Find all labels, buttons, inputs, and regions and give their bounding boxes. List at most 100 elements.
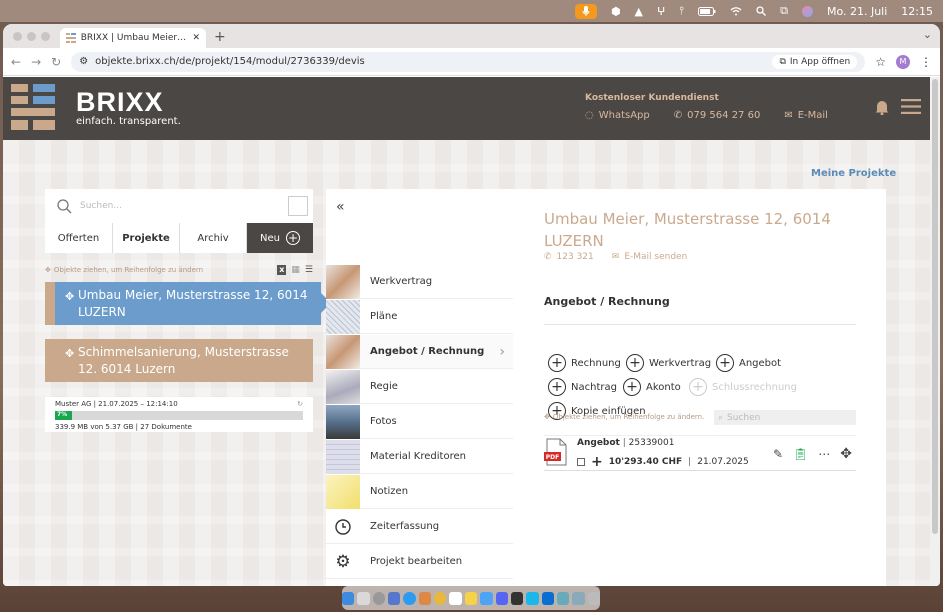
tab-close-icon[interactable]: ✕	[192, 33, 200, 43]
expand-plus-icon[interactable]: +	[591, 454, 603, 470]
scrollbar-thumb[interactable]	[932, 79, 938, 534]
back-icon[interactable]: ←	[11, 55, 21, 69]
new-tab-button[interactable]: +	[214, 29, 226, 45]
move-icon[interactable]: ✥	[65, 345, 74, 362]
music-icon[interactable]	[418, 591, 432, 605]
my-projects-link[interactable]: Meine Projekte	[811, 168, 896, 179]
chrome-icon[interactable]	[372, 591, 386, 605]
edit-pencil-icon[interactable]: ✎	[773, 447, 783, 461]
window-close-button[interactable]	[13, 32, 22, 41]
project-phone[interactable]: ✆ 123 321	[544, 252, 594, 262]
menu-item-fotos[interactable]: Fotos	[326, 404, 513, 439]
add-nachtrag-button[interactable]: + Nachtrag	[548, 378, 617, 396]
add-angebot-button[interactable]: + Angebot	[716, 354, 781, 372]
window-minimize-button[interactable]	[27, 32, 36, 41]
menu-item-regie[interactable]: Regie	[326, 369, 513, 404]
control-center-icon[interactable]: ⧉	[780, 4, 788, 18]
tab-projekte[interactable]: Projekte	[113, 223, 180, 253]
tools-icon[interactable]: ⵖ	[657, 5, 665, 18]
list-view-icon[interactable]: ☰	[305, 265, 313, 275]
browser-menu-icon[interactable]: ⋮	[920, 55, 932, 69]
collapse-sidebar-icon[interactable]: «	[336, 199, 345, 215]
microphone-icon[interactable]	[574, 3, 597, 19]
menubar-time[interactable]: 12:15	[901, 5, 933, 18]
add-akonto-button[interactable]: + Akonto	[623, 378, 681, 396]
warning-icon[interactable]: ▲	[635, 5, 643, 18]
add-rechnung-button[interactable]: + Rechnung	[548, 354, 621, 372]
move-icon[interactable]: ✥	[840, 446, 852, 462]
mail-icon[interactable]	[480, 591, 493, 605]
brixx-logo[interactable]	[11, 84, 55, 130]
document-checkbox[interactable]	[577, 458, 585, 466]
tab-list-chevron-icon[interactable]: ⌄	[923, 28, 932, 41]
launchpad-icon[interactable]	[357, 591, 370, 605]
refresh-icon[interactable]: ↻	[297, 400, 303, 408]
move-icon[interactable]: ✥	[65, 288, 74, 305]
menu-item-angebot-rechnung[interactable]: Angebot / Rechnung ›	[326, 334, 513, 369]
safari-icon[interactable]	[403, 591, 416, 605]
chrome-browser-icon[interactable]	[434, 591, 447, 605]
document-row[interactable]: PDF Angebot | 25339001 + 10'293.40 CHF | 2…	[544, 435, 856, 471]
browser-tab[interactable]: BRIXX | Umbau Meier, Musterstrasse 12, 6…	[60, 28, 206, 48]
project-item-active[interactable]: ✥ Umbau Meier, Musterstrasse 12, 6014 LU…	[45, 282, 331, 325]
document-search-placeholder[interactable]: Suchen	[727, 413, 760, 423]
email-link[interactable]: ✉ E-Mail	[784, 110, 828, 121]
menu-item-notizen[interactable]: Notizen	[326, 474, 513, 509]
send-email-link[interactable]: ✉ E-Mail senden	[612, 252, 688, 262]
window-zoom-button[interactable]	[41, 32, 50, 41]
vimeo-icon[interactable]	[526, 591, 539, 605]
search-icon[interactable]	[756, 6, 767, 16]
profile-avatar[interactable]: M	[896, 54, 910, 69]
excel-icon[interactable]: x	[277, 265, 287, 275]
menubar-date[interactable]: Mo. 21. Juli	[827, 5, 887, 18]
whatsapp-link[interactable]: ◌ WhatsApp	[585, 110, 650, 121]
site-info-icon[interactable]: ⚙	[79, 56, 88, 67]
clipboard-check-icon[interactable]: 📋︎	[793, 447, 808, 461]
phone-link[interactable]: ✆ 079 564 27 60	[674, 110, 761, 121]
new-project-button[interactable]: Neu +	[247, 223, 313, 253]
project-search[interactable]: Suchen...	[45, 189, 313, 223]
forward-icon[interactable]: →	[31, 55, 41, 69]
menu-item-werkvertrag[interactable]: Werkvertrag	[326, 264, 513, 299]
tab-offerten[interactable]: Offerten	[45, 223, 113, 253]
settings-icon[interactable]	[388, 591, 401, 605]
notes-icon[interactable]	[464, 591, 478, 605]
open-in-app-button[interactable]: ⧉ In App öffnen	[772, 54, 858, 69]
battery-icon[interactable]	[698, 6, 716, 16]
document-search-input[interactable]: ⌕ Suchen	[714, 410, 856, 425]
menu-item-material-kreditoren[interactable]: Material Kreditoren	[326, 439, 513, 474]
pdf-file-icon[interactable]: PDF	[544, 438, 568, 466]
page-scrollbar[interactable]	[930, 77, 940, 586]
menu-item-projekt-bearbeiten[interactable]: ⚙ Projekt bearbeiten	[326, 545, 513, 579]
url-text[interactable]: objekte.brixx.ch/de/projekt/154/modul/27…	[95, 56, 365, 67]
tab-archiv[interactable]: Archiv	[180, 223, 247, 253]
cloud-icon[interactable]	[541, 591, 554, 605]
wifi-icon[interactable]	[730, 6, 742, 16]
hamburger-menu-icon[interactable]	[901, 99, 921, 114]
finder-icon[interactable]	[341, 591, 355, 605]
trash-icon[interactable]	[587, 591, 601, 605]
search-icon: ⌕	[718, 412, 724, 423]
menu-item-zeiterfassung[interactable]: Zeiterfassung	[326, 510, 513, 544]
bookmark-star-icon[interactable]: ☆	[875, 55, 886, 69]
grid-view-icon[interactable]: ▦	[291, 265, 300, 275]
siri-icon[interactable]	[801, 5, 813, 17]
folder-icon[interactable]	[572, 591, 585, 605]
desktop-icon[interactable]	[556, 591, 570, 605]
send-email-text: E-Mail senden	[624, 252, 688, 262]
bell-icon[interactable]	[875, 99, 889, 115]
reload-icon[interactable]: ↻	[51, 55, 61, 69]
project-item[interactable]: ✥ Schimmelsanierung, Musterstrasse 12. 6…	[45, 339, 313, 382]
select-all-checkbox[interactable]	[288, 196, 308, 216]
address-bar[interactable]: ⚙ objekte.brixx.ch/de/projekt/154/modul/…	[71, 51, 866, 72]
calendar-icon[interactable]	[449, 591, 462, 605]
shield-icon[interactable]: ⬢	[611, 5, 621, 18]
more-options-icon[interactable]: ⋯	[818, 447, 830, 461]
add-werkvertrag-button[interactable]: + Werkvertrag	[626, 354, 711, 372]
terminal-icon[interactable]	[510, 591, 524, 605]
project-search-placeholder[interactable]: Suchen...	[80, 201, 122, 211]
move-icon: ✥	[544, 413, 550, 421]
menu-item-plaene[interactable]: Pläne	[326, 299, 513, 334]
discord-icon[interactable]	[495, 591, 508, 605]
network-icon[interactable]: ⫯	[679, 4, 684, 18]
